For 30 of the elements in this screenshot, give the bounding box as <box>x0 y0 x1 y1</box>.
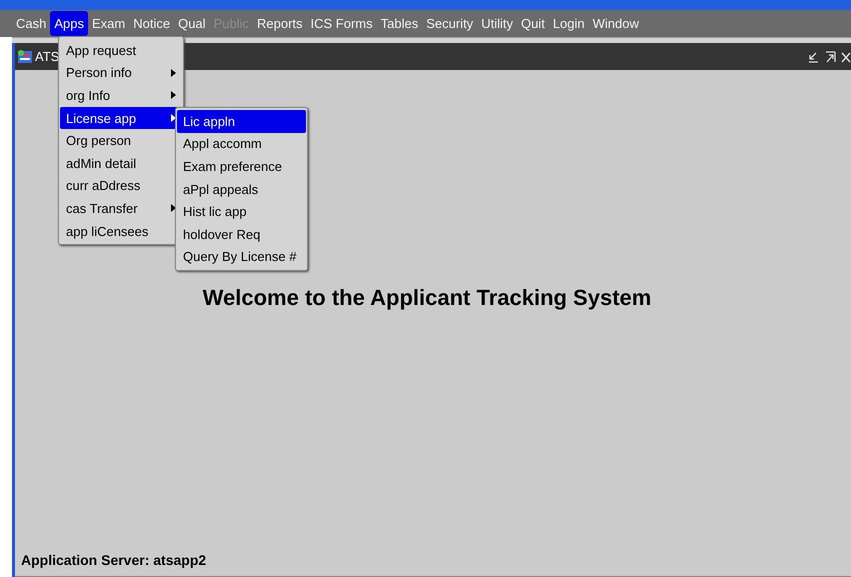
menu-item[interactable]: Cash <box>12 11 50 36</box>
menu-item[interactable]: Exam preference <box>177 155 306 178</box>
maximize-icon[interactable] <box>824 50 836 62</box>
menu-item[interactable]: Quit <box>516 11 549 36</box>
menu-item[interactable]: Apps <box>50 11 88 36</box>
welcome-heading: Welcome to the Applicant Tracking System <box>202 285 652 311</box>
menu-item[interactable]: App request <box>60 39 182 62</box>
menu-item[interactable]: Qual <box>174 11 210 36</box>
menu-item[interactable]: ICS Forms <box>306 11 377 36</box>
menu-item[interactable]: Query By License # <box>177 246 306 268</box>
menu-item[interactable]: aPpl appeals <box>177 178 306 200</box>
menu-item[interactable]: org Info <box>60 84 182 107</box>
menu-item[interactable]: Security <box>422 11 478 36</box>
menu-item[interactable]: Window <box>588 11 643 36</box>
menu-item[interactable]: Appl accomm <box>177 132 306 156</box>
status-text: Application Server: atsapp2 <box>21 552 206 568</box>
menu-item[interactable]: Hist lic app <box>177 200 306 223</box>
menu-item[interactable]: Notice <box>129 11 174 36</box>
menu-item[interactable]: Lic appln <box>177 110 306 133</box>
close-icon[interactable] <box>841 50 851 62</box>
minimize-icon[interactable] <box>807 50 819 62</box>
menu-item[interactable]: Login <box>548 11 589 36</box>
menu-item[interactable]: Person info <box>60 62 182 84</box>
menu-item[interactable]: Utility <box>477 11 517 36</box>
menu-item[interactable]: holdover Req <box>177 222 306 246</box>
menu-item[interactable]: Tables <box>376 11 422 36</box>
window-title: ATS <box>35 49 60 64</box>
menu-item[interactable]: Reports <box>252 11 307 36</box>
menu-item[interactable]: Exam <box>88 11 130 36</box>
app-icon <box>17 48 33 64</box>
